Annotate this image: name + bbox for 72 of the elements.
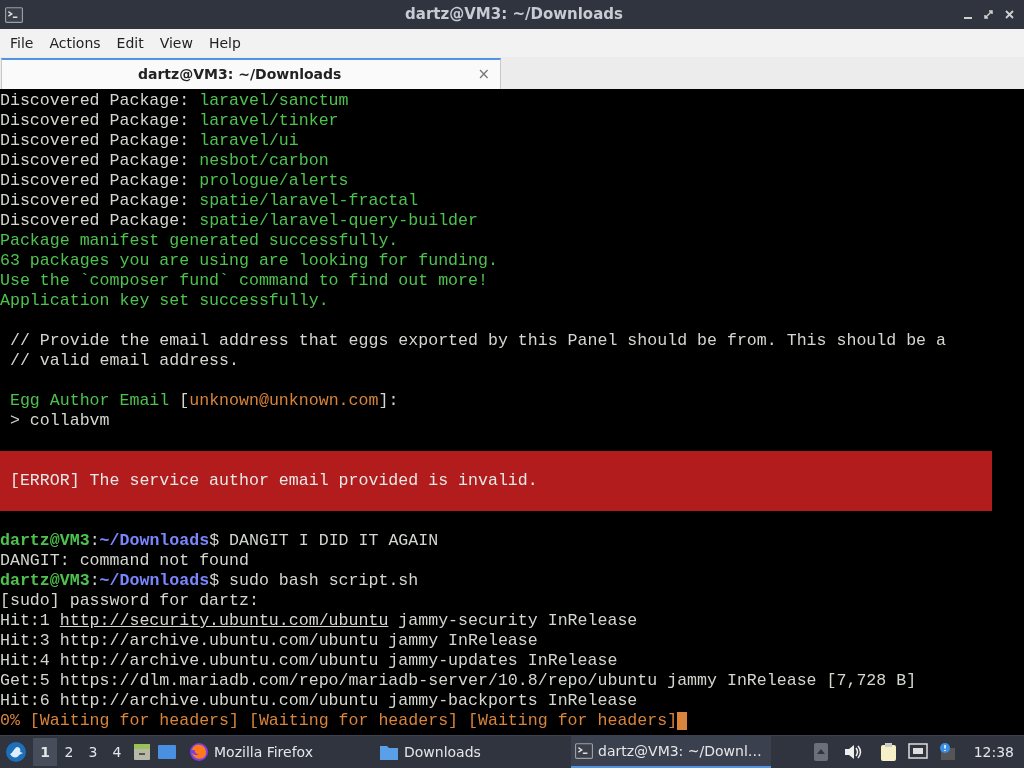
terminal-text: Hit:1 — [0, 611, 51, 631]
terminal-text: $ DANGIT I DID IT AGAIN — [209, 531, 439, 551]
workspace-button[interactable]: 3 — [81, 738, 105, 766]
terminal-text: laravel/ui — [199, 131, 299, 151]
terminal-text: Discovered Package: — [0, 191, 191, 211]
file-cabinet-icon[interactable] — [133, 742, 151, 762]
terminal-text: : — [89, 571, 100, 591]
terminal-text: // Provide the email address that eggs exported by this Panel should be from. This should be a — [8, 331, 946, 351]
terminal-text: Use the `composer fund` command to find out more! — [0, 271, 488, 291]
workspace-button[interactable]: 1 — [33, 738, 57, 766]
terminal-text: dartz@VM3 — [0, 531, 90, 551]
window-title: dartz@VM3: ~/Downloads — [405, 4, 623, 26]
terminal-text: Egg Author Email — [8, 391, 171, 411]
maximize-icon[interactable] — [984, 10, 993, 19]
terminal-text: nesbot/carbon — [199, 151, 329, 171]
close-icon[interactable]: × — [477, 63, 500, 86]
terminal-text: Hit:4 http://archive.ubuntu.com/ubuntu jammy-updates InRelease — [0, 651, 618, 671]
terminal-text: $ sudo bash script.sh — [209, 571, 419, 591]
terminal-text: prologue/alerts — [199, 171, 349, 191]
menu-item[interactable]: Edit — [108, 32, 152, 54]
taskbar-button[interactable]: Downloads — [375, 736, 571, 768]
bird-icon[interactable] — [5, 741, 27, 763]
terminal-text: dartz@VM3 — [0, 571, 90, 591]
clipboard-icon[interactable] — [879, 742, 898, 762]
menu-item[interactable]: View — [151, 32, 201, 54]
close-icon[interactable] — [1005, 10, 1014, 19]
terminal-text: Hit:3 http://archive.ubuntu.com/ubuntu jammy InRelease — [0, 631, 538, 651]
menu-item[interactable]: Actions — [41, 32, 109, 54]
terminal-text: Discovered Package: — [0, 111, 191, 131]
terminal-icon — [575, 742, 593, 760]
terminal-text: Hit:6 http://archive.ubuntu.com/ubuntu jammy-backports InRelease — [0, 691, 638, 711]
terminal-text: laravel/tinker — [199, 111, 339, 131]
terminal-text: Discovered Package: — [0, 211, 191, 231]
folder-icon — [379, 743, 399, 761]
clock[interactable]: 12:38 — [973, 741, 1014, 763]
workspace-button[interactable]: 4 — [105, 738, 129, 766]
terminal-text: Application key set successfully. — [0, 291, 329, 311]
terminal-text: > collabvm — [8, 411, 110, 431]
speaker-icon[interactable] — [843, 744, 862, 760]
network-icon[interactable] — [907, 743, 928, 761]
terminal-text: Discovered Package: — [0, 151, 191, 171]
terminal-text: // valid email address. — [8, 351, 239, 371]
taskbar-button[interactable]: Mozilla Firefox — [185, 736, 375, 768]
terminal-text: Discovered Package: — [0, 171, 191, 191]
desktop-icon[interactable] — [157, 743, 177, 761]
terminal-text: Discovered Package: — [0, 131, 191, 151]
workspace-button[interactable]: 2 — [57, 738, 81, 766]
terminal-text: Package manifest generated successfully. — [0, 231, 399, 251]
terminal-text: [ — [179, 391, 190, 411]
terminal-text: : — [89, 531, 100, 551]
terminal-text: jammy-security InRelease — [397, 611, 638, 631]
terminal-text[interactable]: http://security.ubuntu.com/ubuntu — [59, 611, 389, 631]
error-message: [ERROR] The service author email provided is invalid. — [8, 471, 538, 491]
terminal-text: 63 packages you are using are looking for funding. — [0, 251, 498, 271]
terminal-text: laravel/sanctum — [199, 91, 349, 111]
notification-icon[interactable] — [937, 742, 958, 762]
terminal-icon — [4, 5, 24, 24]
terminal-text: ~/Downloads — [99, 531, 210, 551]
terminal-text: 0% [Waiting for headers] [Waiting for headers] [Waiting for headers] — [0, 711, 678, 731]
terminal-text: Get:5 https://dlm.mariadb.com/repo/mariadb-server/10.8/repo/ubuntu jammy InRelease [7,728 B] — [0, 671, 917, 691]
menu-item[interactable]: File — [2, 32, 42, 54]
terminal-text: unknown@unknown.com — [189, 391, 379, 411]
terminal-tab[interactable]: dartz@VM3: ~/Downloads × — [1, 58, 501, 89]
terminal-text: ]: — [378, 391, 399, 411]
terminal-text: ~/Downloads — [99, 571, 210, 591]
menu-item[interactable]: Help — [200, 32, 249, 54]
taskbar-button[interactable]: dartz@VM3: ~/Downl… — [571, 736, 771, 768]
terminal-text: DANGIT: command not found — [0, 551, 249, 571]
terminal-text: Discovered Package: — [0, 91, 191, 111]
terminal-text: spatie/laravel-fractal — [199, 191, 419, 211]
terminal-text: spatie/laravel-query-builder — [199, 211, 478, 231]
terminal-text: [sudo] password for dartz: — [0, 591, 259, 611]
